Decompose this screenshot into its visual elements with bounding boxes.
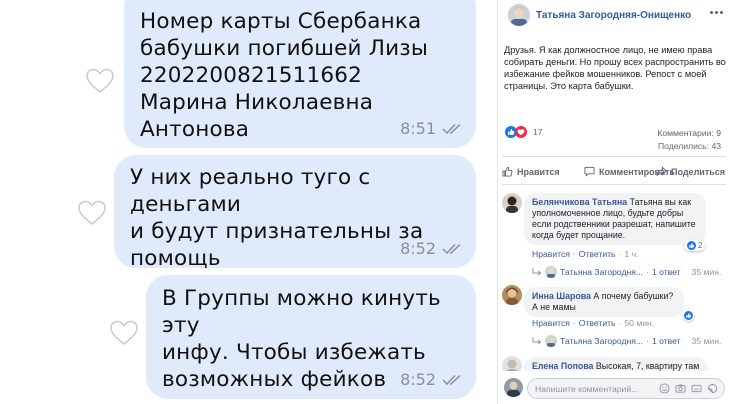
heart-icon[interactable] — [78, 200, 106, 226]
comment-bubble: Белянчикова Татьяна Татьяна вы как уполн… — [524, 193, 706, 245]
message-meta: 8:52 — [400, 239, 462, 258]
message-bubble[interactable]: У них реально туго с деньгами и будут при… — [114, 155, 476, 271]
comment-time: 50 мин. — [624, 318, 655, 328]
messenger-chat: Номер карты Сбербанка бабушки погибшей Ли… — [0, 0, 497, 404]
heart-icon[interactable] — [86, 68, 114, 94]
comment-bubble: Елена Попова Высокая, 7, квартиру там — [524, 357, 708, 371]
author-avatar[interactable] — [508, 4, 530, 26]
reactions-count: 17 — [533, 127, 543, 137]
commenter-name[interactable]: Елена Попова — [532, 361, 593, 371]
share-icon — [656, 166, 667, 176]
camera-icon[interactable] — [675, 383, 686, 394]
love-reaction-icon — [515, 126, 527, 138]
reply-time: 35 мин. — [691, 336, 722, 346]
comments-count[interactable]: Комментарии: 9 — [657, 128, 721, 138]
reply-author-avatar — [545, 266, 557, 278]
like-label: Нравится — [517, 166, 560, 177]
like-reaction-icon — [687, 241, 696, 250]
reply-arrow-icon — [532, 268, 542, 276]
comment-input[interactable]: Напишите комментарий... GIF — [527, 378, 725, 399]
comment-placeholder: Напишите комментарий... — [535, 384, 639, 394]
message-time: 8:52 — [400, 239, 436, 258]
comment-reply-button[interactable]: Ответить — [579, 318, 616, 328]
reply-count: 1 ответ — [651, 336, 681, 346]
comment-reply-button[interactable]: Ответить — [579, 249, 616, 259]
comment-reactions[interactable]: 2 — [684, 240, 706, 251]
shares-count[interactable]: Поделились: 43 — [658, 141, 721, 151]
reply-author-avatar — [545, 335, 557, 347]
like-button[interactable]: Нравится — [502, 166, 560, 177]
commenter-name[interactable]: Инна Шарова — [532, 291, 591, 301]
comment-reactions-count: 2 — [698, 241, 703, 250]
comment-text: Высокая, 7, квартиру там — [595, 361, 700, 371]
reply-count: 1 ответ — [651, 267, 681, 277]
comment-actions: Нравится · Ответить · 1 ч. — [532, 249, 639, 259]
emoji-icon[interactable] — [659, 383, 670, 394]
share-button[interactable]: Поделиться — [656, 166, 725, 177]
sticker-icon[interactable] — [707, 383, 718, 394]
heart-icon[interactable] — [110, 320, 138, 346]
message-time: 8:52 — [400, 370, 436, 389]
comment-icon — [584, 166, 595, 177]
comment-reactions[interactable] — [683, 310, 694, 321]
message-meta: 8:52 — [400, 370, 462, 389]
my-avatar[interactable] — [504, 378, 523, 397]
facebook-post: Татьяна Загородняя-Онищенко Друзья. Я ка… — [497, 0, 730, 404]
replies-link[interactable]: Татьяна Загородня... · 1 ответ 35 мин. — [532, 335, 721, 347]
commenter-avatar[interactable] — [502, 193, 522, 213]
post-text: Друзья. Я как должностное лицо, не имею … — [504, 45, 726, 91]
message-bubble[interactable]: Номер карты Сбербанка бабушки погибшей Ли… — [124, 0, 476, 148]
gif-icon[interactable]: GIF — [691, 383, 702, 394]
more-options-icon[interactable] — [710, 11, 723, 14]
replies-link[interactable]: Татьяна Загородня... · 1 ответ 35 мин. — [532, 266, 721, 278]
commenter-avatar[interactable] — [502, 285, 522, 305]
message-meta: 8:51 — [400, 119, 462, 138]
like-reaction-icon — [684, 311, 693, 320]
comment-time: 1 ч. — [624, 249, 639, 259]
comment-like-button[interactable]: Нравится — [532, 318, 570, 328]
message-time: 8:51 — [400, 119, 436, 138]
reply-arrow-icon — [532, 337, 542, 345]
reply-time: 35 мин. — [691, 267, 722, 277]
reply-author: Татьяна Загородня... — [560, 336, 644, 346]
write-comment-bar: Напишите комментарий... GIF — [498, 371, 730, 404]
svg-text:GIF: GIF — [693, 387, 700, 391]
double-check-icon — [442, 374, 461, 385]
double-check-icon — [442, 243, 461, 254]
message-bubble[interactable]: В Группы можно кинуть эту инфу. Чтобы изб… — [146, 275, 476, 399]
comment-actions: Нравится · Ответить · 50 мин. — [532, 318, 655, 328]
double-check-icon — [442, 123, 461, 134]
reactions-summary[interactable]: 17 — [505, 126, 543, 138]
comment-bubble: Инна Шарова А почему бабушки? А не мамы — [524, 287, 684, 317]
share-label: Поделиться — [671, 166, 726, 177]
comment-like-button[interactable]: Нравится — [532, 249, 570, 259]
reply-author: Татьяна Загородня... — [560, 267, 644, 277]
post-author[interactable]: Татьяна Загородняя-Онищенко — [536, 10, 691, 21]
thumbs-up-icon — [502, 166, 513, 177]
commenter-name[interactable]: Белянчикова Татьяна — [532, 197, 627, 207]
